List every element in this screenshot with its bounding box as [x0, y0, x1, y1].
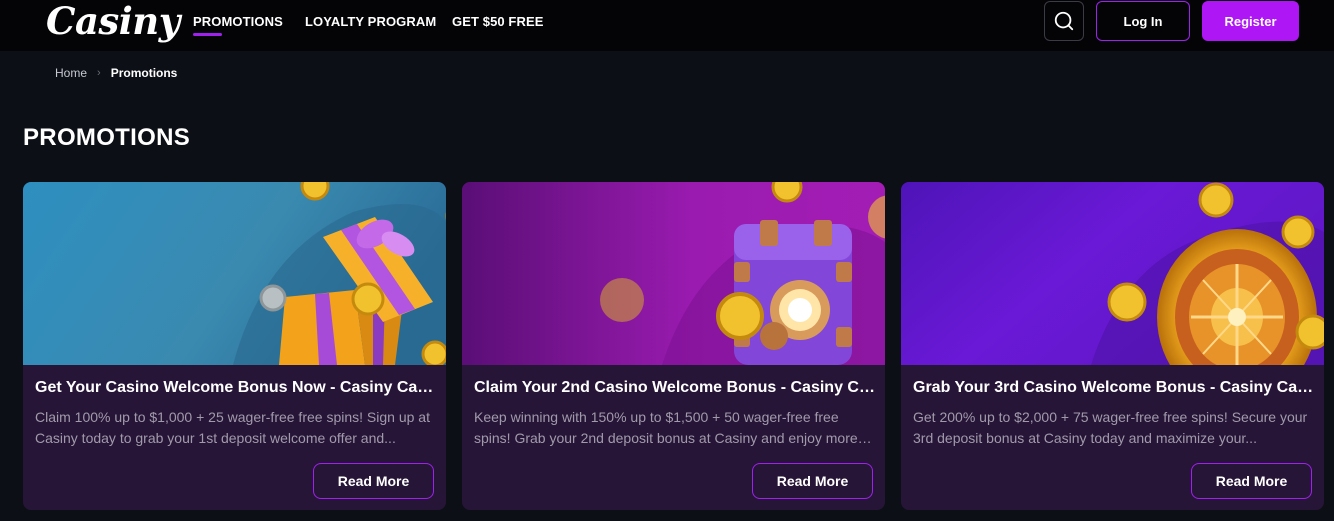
page-title: PROMOTIONS: [23, 124, 191, 151]
breadcrumb-home[interactable]: Home: [55, 66, 87, 80]
promo-card[interactable]: Grab Your 3rd Casino Welcome Bonus - Cas…: [901, 182, 1324, 510]
read-more-button[interactable]: Read More: [752, 463, 873, 499]
card-title[interactable]: Get Your Casino Welcome Bonus Now - Casi…: [35, 379, 437, 397]
chevron-right-icon: ›: [97, 67, 101, 79]
nav-loyalty-program[interactable]: LOYALTY PROGRAM: [305, 14, 436, 29]
promo-card[interactable]: Get Your Casino Welcome Bonus Now - Casi…: [23, 182, 446, 510]
card-title[interactable]: Grab Your 3rd Casino Welcome Bonus - Cas…: [913, 379, 1315, 397]
login-button[interactable]: Log In: [1096, 1, 1190, 41]
card-description: Keep winning with 150% up to $1,500 + 50…: [474, 409, 858, 446]
breadcrumb-current: Promotions: [110, 66, 178, 80]
top-header: Casiny PROMOTIONS LOYALTY PROGRAM GET $5…: [0, 0, 1334, 51]
roulette-wheel-icon[interactable]: [901, 182, 1324, 365]
nav-promotions[interactable]: PROMOTIONS: [193, 14, 283, 29]
casiny-logo[interactable]: Casiny: [46, 0, 180, 42]
nav-active-indicator: [193, 33, 222, 36]
read-more-button[interactable]: Read More: [313, 463, 434, 499]
treasure-chest-icon[interactable]: [462, 182, 885, 365]
read-more-button[interactable]: Read More: [1191, 463, 1312, 499]
breadcrumb: Home › Promotions: [55, 66, 177, 80]
nav-get-50-free[interactable]: GET $50 FREE: [452, 14, 544, 29]
register-button[interactable]: Register: [1202, 1, 1299, 41]
promo-card[interactable]: Claim Your 2nd Casino Welcome Bonus - Ca…: [462, 182, 885, 510]
search-button[interactable]: [1044, 1, 1084, 41]
gift-box-icon[interactable]: [23, 182, 446, 365]
card-description: Claim 100% up to $1,000 + 25 wager-free …: [35, 409, 430, 446]
card-title[interactable]: Claim Your 2nd Casino Welcome Bonus - Ca…: [474, 379, 876, 397]
search-icon: [1054, 11, 1074, 31]
card-description: Get 200% up to $2,000 + 75 wager-free fr…: [913, 409, 1308, 446]
